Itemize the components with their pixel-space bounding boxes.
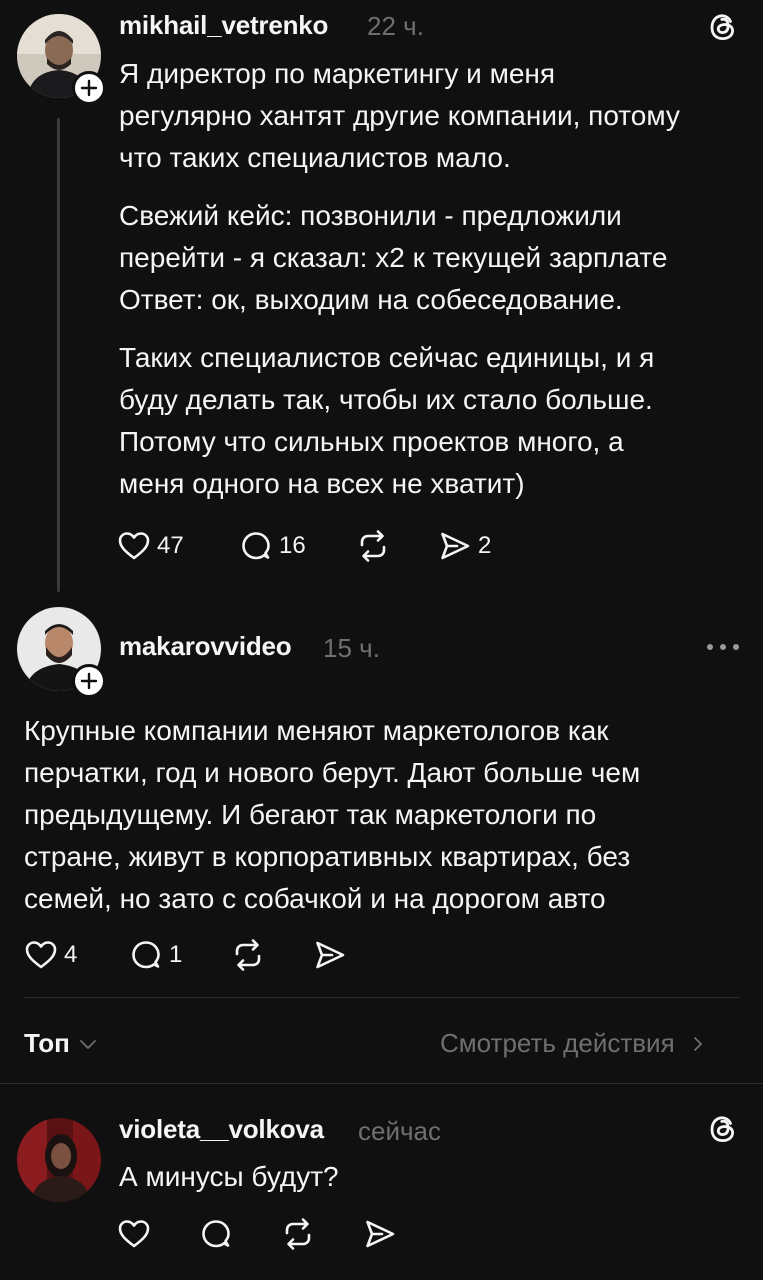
post-makarov: makarovvideo 15 ч. Крупные компании меня… — [0, 600, 763, 1000]
share-icon — [366, 1220, 395, 1248]
share-icon — [316, 941, 345, 969]
post-line: А минусы будут? — [119, 1161, 339, 1192]
threads-icon[interactable] — [706, 10, 740, 44]
comment-icon — [242, 532, 270, 560]
sort-label: Топ — [24, 1028, 70, 1058]
post-time: сейчас — [358, 1116, 441, 1146]
thread-line — [57, 118, 60, 592]
comment-button[interactable] — [199, 1217, 281, 1251]
post-line: перейти - я сказал: х2 к текущей зарплат… — [119, 242, 668, 273]
post-line: стране, живут в корпоративных квартирах,… — [24, 841, 631, 872]
like-count: 47 — [157, 532, 184, 559]
avatar-violeta[interactable] — [17, 1118, 101, 1202]
post-line: Крупные компании меняют маркетологов как — [24, 715, 609, 746]
like-button[interactable] — [117, 1217, 199, 1251]
post-actions: 4 1 — [24, 938, 347, 972]
post-mikhail: mikhail_vetrenko 22 ч. Я директор по мар… — [0, 0, 763, 600]
share-button[interactable] — [313, 938, 347, 972]
comment-button[interactable]: 1 — [129, 938, 231, 972]
post-line: меня одного на всех не хватит) — [119, 468, 525, 499]
post-body-mikhail: Я директор по маркетингу и меня регулярн… — [119, 53, 749, 505]
chevron-right-icon — [693, 1036, 702, 1051]
plus-icon — [80, 79, 98, 97]
share-count: 2 — [478, 532, 492, 559]
post-line: регулярно хантят другие компании, потому — [119, 100, 680, 131]
post-body-violeta: А минусы будут? — [119, 1156, 719, 1198]
heart-icon — [118, 532, 150, 560]
post-line: Потому что сильных проектов много, а — [119, 426, 624, 457]
post-time: 15 ч. — [323, 633, 380, 663]
chevron-down-icon — [79, 1039, 96, 1049]
post-line: предыдущему. И бегают так маркетологи по — [24, 799, 597, 830]
threads-icon[interactable] — [706, 1112, 740, 1146]
post-line: буду делать так, чтобы их стало больше. — [119, 384, 653, 415]
post-actions — [117, 1217, 397, 1251]
repost-button[interactable] — [281, 1217, 363, 1251]
repost-button[interactable] — [231, 938, 313, 972]
post-violeta: violeta__volkova сейчас А минусы будут? — [0, 1084, 763, 1280]
post-line: что таких специалистов мало. — [119, 142, 511, 173]
post-line: Ответ: ок, выходим на собеседование. — [119, 284, 623, 315]
post-line: Я директор по маркетингу и меня — [119, 58, 556, 89]
comment-count: 16 — [279, 532, 306, 559]
repost-button[interactable] — [356, 529, 438, 563]
post-body-makarov: Крупные компании меняют маркетологов как… — [24, 710, 754, 920]
more-icon[interactable] — [706, 642, 740, 652]
username-mikhail[interactable]: mikhail_vetrenko — [119, 10, 328, 41]
comment-icon — [132, 941, 160, 969]
username-violeta[interactable]: violeta__volkova — [119, 1114, 324, 1145]
like-button[interactable]: 4 — [24, 938, 129, 972]
post-actions: 47 16 2 — [117, 529, 491, 563]
activity-label: Смотреть действия — [440, 1028, 675, 1058]
follow-plus-button-makarov[interactable] — [72, 664, 106, 698]
post-line: перчатки, год и нового берут. Дают больш… — [24, 757, 641, 788]
share-button[interactable]: 2 — [438, 529, 491, 563]
sort-dropdown[interactable]: Топ — [24, 1028, 98, 1059]
comment-icon — [202, 1220, 230, 1248]
comment-count: 1 — [169, 941, 183, 968]
follow-plus-button-mikhail[interactable] — [72, 71, 106, 105]
share-button[interactable] — [363, 1217, 397, 1251]
username-makarov[interactable]: makarovvideo — [119, 631, 292, 662]
post-line: Таких специалистов сейчас единицы, и я — [119, 342, 655, 373]
divider — [24, 997, 740, 998]
like-count: 4 — [64, 941, 78, 968]
plus-icon — [80, 672, 98, 690]
comment-button[interactable]: 16 — [239, 529, 356, 563]
share-icon — [441, 532, 470, 560]
like-button[interactable]: 47 — [117, 529, 239, 563]
post-time: 22 ч. — [367, 11, 424, 41]
repost-icon — [235, 939, 261, 971]
post-line: семей, но зато с собачкой и на дорогом а… — [24, 883, 606, 914]
repost-icon — [360, 530, 386, 562]
heart-icon — [25, 941, 57, 969]
heart-icon — [118, 1220, 150, 1248]
view-activity-link[interactable]: Смотреть действия — [440, 1028, 707, 1059]
repost-icon — [285, 1218, 311, 1250]
post-line: Свежий кейс: позвонили - предложили — [119, 200, 622, 231]
